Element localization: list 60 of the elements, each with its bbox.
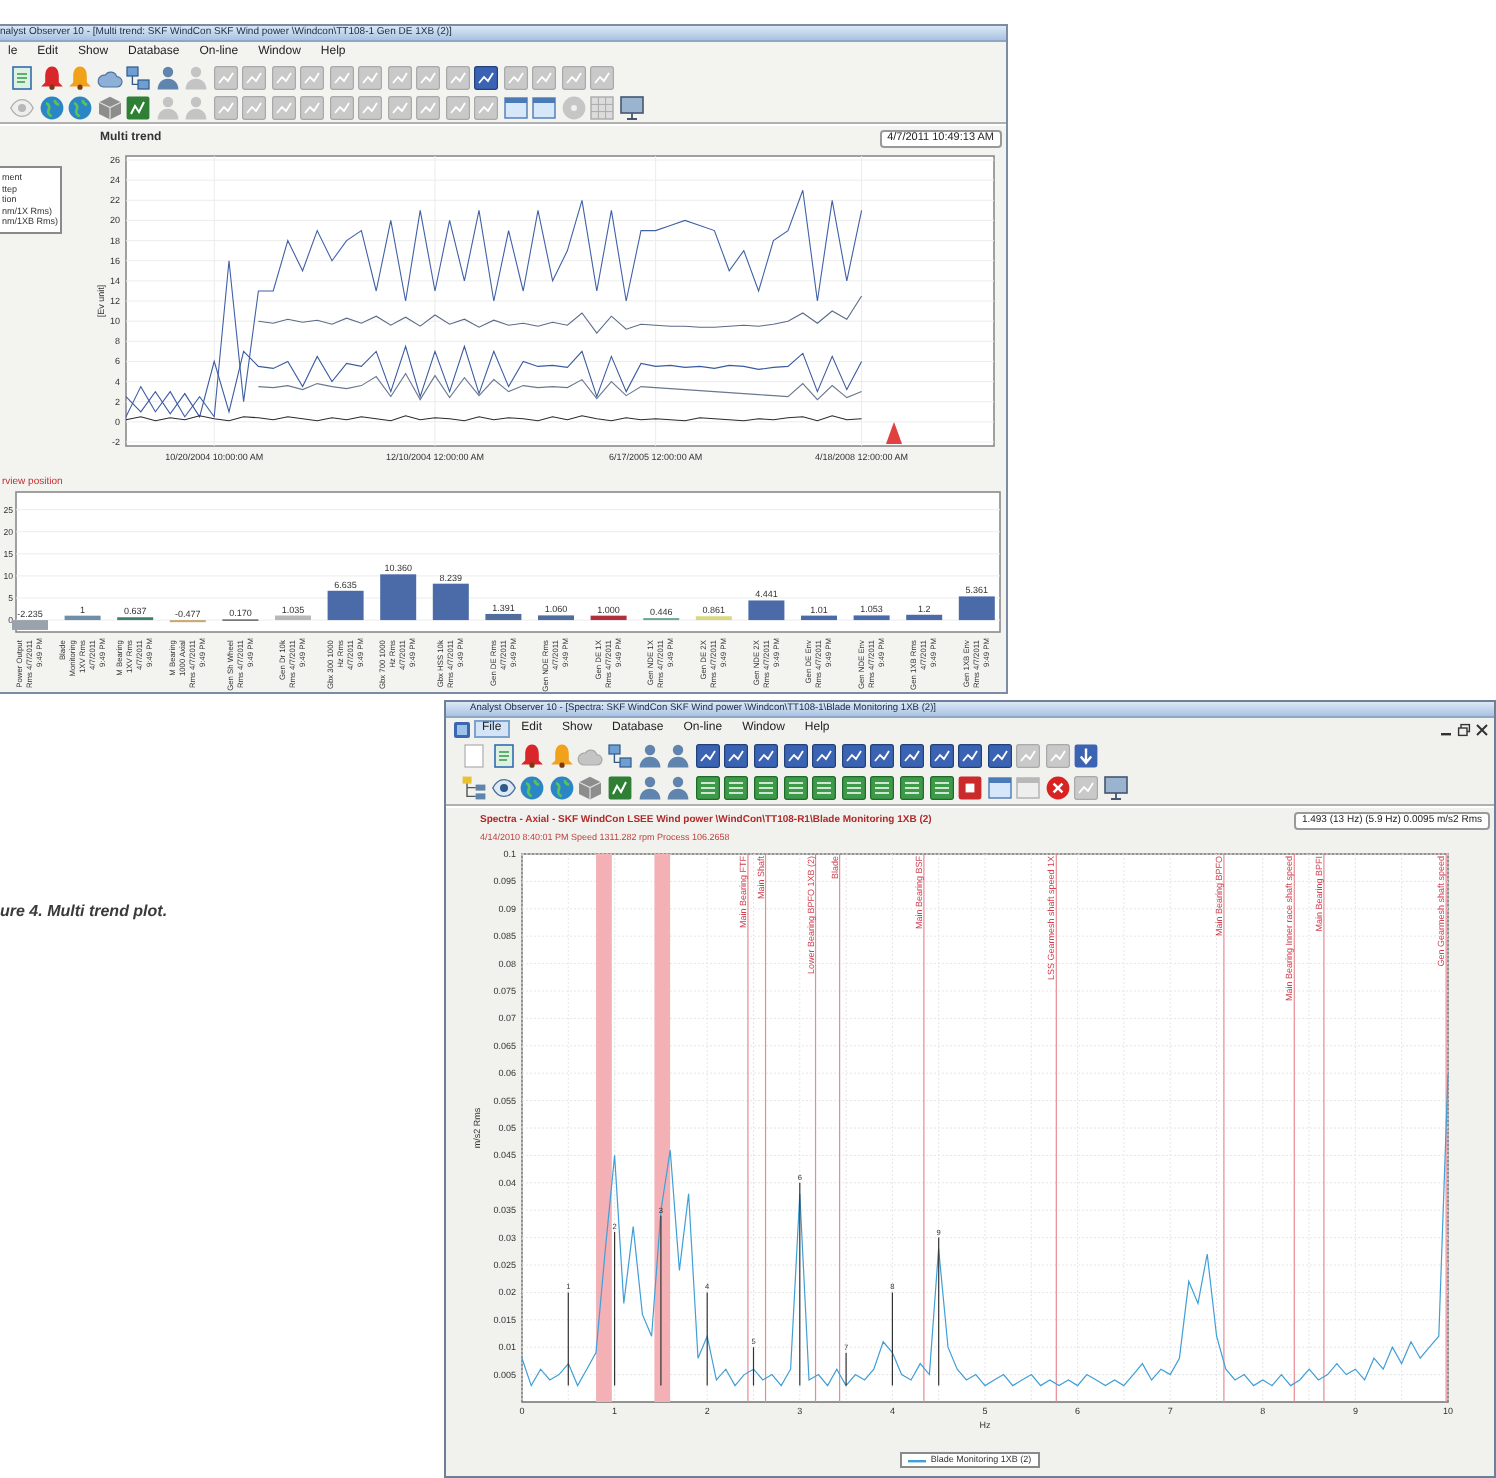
sheet-tile-icon[interactable] <box>841 776 866 800</box>
bell-icon[interactable] <box>520 744 545 768</box>
zigzag-tile-icon[interactable] <box>607 776 632 800</box>
window-icon[interactable] <box>987 776 1012 800</box>
cursor-line <box>845 1352 847 1387</box>
network-icon[interactable] <box>607 744 632 768</box>
figure-caption: ure 4. Multi trend plot. <box>0 902 168 920</box>
monitor-icon[interactable] <box>1104 776 1129 800</box>
sheet-tile-icon[interactable] <box>870 776 895 800</box>
person-icon[interactable] <box>637 744 662 768</box>
network-icon[interactable] <box>126 65 150 89</box>
cursor-line <box>567 1291 569 1387</box>
chart-tile-icon[interactable] <box>812 744 837 768</box>
cursor-line <box>891 1291 893 1387</box>
chart-tile-icon[interactable] <box>474 65 498 89</box>
stop-tile-icon[interactable] <box>958 776 983 800</box>
cloud-icon[interactable] <box>97 65 121 89</box>
chart-tile-icon[interactable] <box>783 744 808 768</box>
sheet-tile-icon[interactable] <box>812 776 837 800</box>
chart-tile-icon[interactable] <box>695 744 720 768</box>
bell-icon[interactable] <box>68 65 92 89</box>
chart-tile-icon[interactable] <box>929 744 953 768</box>
window-icon[interactable] <box>503 95 527 119</box>
globe-icon[interactable] <box>39 95 63 119</box>
zigzag-tile-icon[interactable] <box>126 95 150 119</box>
cursor-line <box>706 1291 708 1387</box>
person-icon[interactable] <box>637 776 662 800</box>
globe-icon[interactable] <box>68 95 92 119</box>
sheet-tile-icon[interactable] <box>695 776 720 800</box>
close-icon[interactable] <box>1045 776 1070 800</box>
chart-tile-icon[interactable] <box>841 744 866 768</box>
sheet-tile-icon[interactable] <box>783 776 808 800</box>
document-icon[interactable] <box>491 744 516 768</box>
tree-icon[interactable] <box>462 776 486 800</box>
sheet-tile-icon[interactable] <box>724 776 749 800</box>
app-icon[interactable] <box>454 721 470 737</box>
close-icon[interactable] <box>1476 723 1488 735</box>
arrow-tile-icon[interactable] <box>1074 744 1099 768</box>
chart-tile-icon[interactable] <box>987 744 1012 768</box>
restore-icon[interactable] <box>1458 723 1470 735</box>
monitor-icon[interactable] <box>619 95 643 119</box>
globe-icon[interactable] <box>549 776 574 800</box>
eye-icon[interactable] <box>491 776 516 800</box>
chart-tile-icon[interactable] <box>753 744 778 768</box>
sheet-tile-icon[interactable] <box>899 776 924 800</box>
bell-icon[interactable] <box>549 744 574 768</box>
window-icon[interactable] <box>532 95 556 119</box>
sheet-tile-icon[interactable] <box>929 776 953 800</box>
globe-icon[interactable] <box>520 776 545 800</box>
document-icon[interactable] <box>10 65 34 89</box>
bell-icon[interactable] <box>39 65 63 89</box>
cursor-line <box>752 1346 755 1387</box>
line-swatch-icon <box>908 1457 927 1463</box>
sheet-tile-icon[interactable] <box>753 776 778 800</box>
chart-tile-icon[interactable] <box>870 744 895 768</box>
alarm-spike <box>886 422 902 444</box>
chart-tile-icon[interactable] <box>724 744 749 768</box>
chart-tile-icon[interactable] <box>958 744 983 768</box>
person-icon[interactable] <box>155 65 179 89</box>
chart-tile-icon[interactable] <box>899 744 924 768</box>
